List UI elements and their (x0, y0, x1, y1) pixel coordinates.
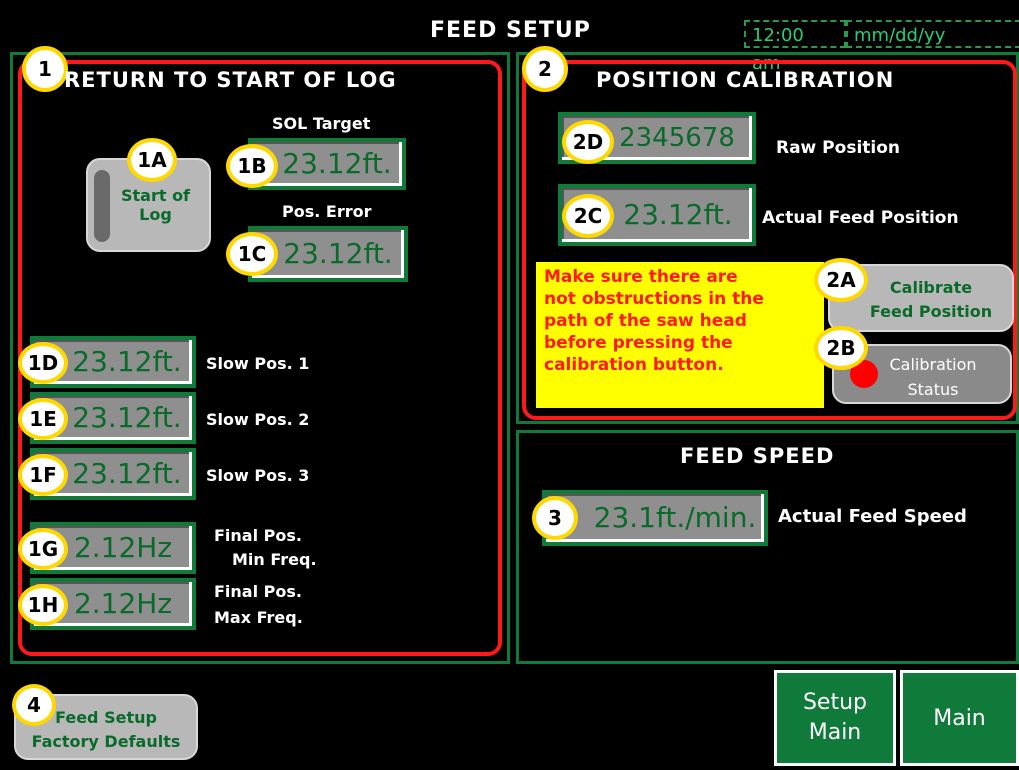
status-line-1: Calibration (889, 355, 977, 374)
badge-1g: 1G (18, 528, 68, 570)
badge-2d: 2D (562, 120, 614, 164)
clock-time: 12:00 am (744, 20, 846, 74)
badge-1h: 1H (18, 584, 68, 626)
start-of-log-line2: Log (139, 205, 172, 224)
warning-line-4: before pressing the (544, 333, 733, 353)
badge-2b: 2B (814, 326, 868, 370)
slow-pos-1-label: Slow Pos. 1 (206, 354, 310, 373)
warning-line-1: Make sure there are (544, 267, 738, 287)
status-line-2: Status (907, 380, 959, 399)
badge-2a: 2A (814, 258, 868, 302)
raw-position-label: Raw Position (776, 138, 901, 158)
badge-1b: 1B (226, 144, 278, 188)
setup-main-button[interactable]: Setup Main (774, 670, 896, 766)
section-1-badge: 1 (22, 46, 68, 92)
calibrate-line-1: Calibrate (889, 278, 973, 297)
badge-1e: 1E (18, 398, 68, 440)
badge-2c: 2C (562, 194, 614, 238)
return-to-start-title: RETURN TO START OF LOG (64, 68, 397, 92)
clock-date: mm/dd/yy (846, 20, 1019, 48)
main-button[interactable]: Main (900, 670, 1019, 766)
actual-feed-speed-label: Actual Feed Speed (778, 506, 967, 527)
defaults-line-2: Factory Defaults (31, 732, 181, 751)
page-title: FEED SETUP (430, 18, 591, 43)
final-pos-max-label-2: Max Freq. (214, 608, 303, 627)
start-of-log-line1: Start of (120, 186, 191, 205)
pos-error-label: Pos. Error (282, 202, 372, 221)
badge-1c: 1C (226, 232, 278, 276)
section-2-badge: 2 (522, 46, 568, 92)
section-3-badge: 3 (532, 496, 578, 540)
warning-line-5: calibration button. (544, 355, 724, 375)
sol-target-label: SOL Target (272, 114, 371, 133)
setup-main-line-2: Main (808, 720, 862, 745)
feed-speed-title: FEED SPEED (680, 444, 835, 468)
actual-feed-position-label: Actual Feed Position (762, 208, 959, 228)
setup-main-line-1: Setup (802, 690, 868, 715)
position-calibration-title: POSITION CALIBRATION (596, 68, 895, 92)
final-pos-min-label-1: Final Pos. (214, 526, 302, 545)
slow-pos-2-label: Slow Pos. 2 (206, 410, 310, 429)
final-pos-min-label-2: Min Freq. (232, 550, 317, 569)
badge-1f: 1F (18, 454, 68, 496)
start-of-log-indicator (94, 170, 110, 242)
final-pos-max-label-1: Final Pos. (214, 582, 302, 601)
warning-line-3: path of the saw head (544, 311, 747, 331)
calibration-warning: Make sure there are not obstructions in … (536, 262, 824, 408)
calibrate-line-2: Feed Position (869, 302, 993, 321)
slow-pos-3-label: Slow Pos. 3 (206, 466, 310, 485)
warning-line-2: not obstructions in the (544, 289, 764, 309)
section-4-badge: 4 (12, 684, 56, 726)
badge-1d: 1D (18, 342, 68, 384)
badge-1a: 1A (127, 138, 177, 182)
